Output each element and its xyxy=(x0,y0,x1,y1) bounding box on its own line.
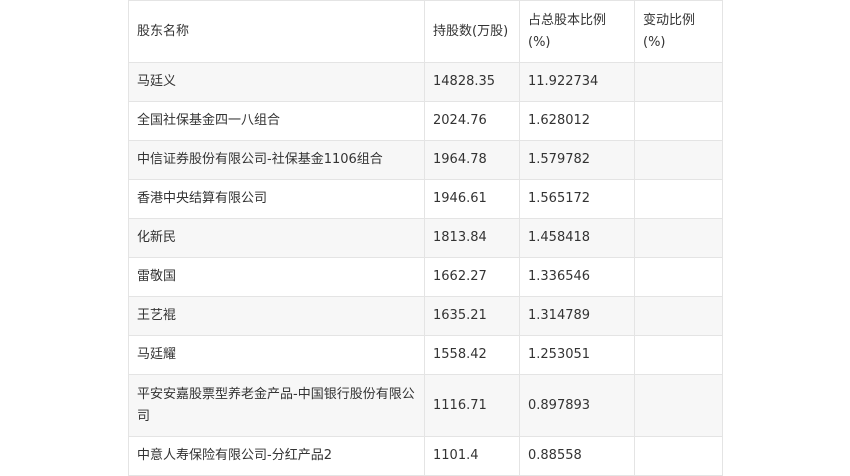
cell-change-ratio xyxy=(634,436,723,476)
header-share-ratio: 占总股本比例(%) xyxy=(519,0,635,63)
header-shares-held: 持股数(万股) xyxy=(424,0,520,63)
cell-share-ratio: 1.253051 xyxy=(519,335,635,375)
table-row: 马廷义 14828.35 11.922734 xyxy=(128,62,723,102)
cell-shares-held: 1101.4 xyxy=(424,436,520,476)
cell-shareholder-name: 化新民 xyxy=(128,218,425,258)
cell-share-ratio: 1.458418 xyxy=(519,218,635,258)
cell-share-ratio: 1.628012 xyxy=(519,101,635,141)
table-row: 雷敬国 1662.27 1.336546 xyxy=(128,257,723,297)
table-row: 马廷耀 1558.42 1.253051 xyxy=(128,335,723,375)
cell-shareholder-name: 王艺裩 xyxy=(128,296,425,336)
table-row: 平安安嘉股票型养老金产品-中国银行股份有限公司 1116.71 0.897893 xyxy=(128,374,723,437)
cell-change-ratio xyxy=(634,179,723,219)
shareholder-table-container: 股东名称 持股数(万股) 占总股本比例(%) 变动比例(%) 马廷义 14828… xyxy=(128,0,723,476)
table-row: 全国社保基金四一八组合 2024.76 1.628012 xyxy=(128,101,723,141)
cell-shares-held: 1813.84 xyxy=(424,218,520,258)
cell-change-ratio xyxy=(634,140,723,180)
cell-shareholder-name: 中信证券股份有限公司-社保基金1106组合 xyxy=(128,140,425,180)
cell-change-ratio xyxy=(634,296,723,336)
cell-shares-held: 2024.76 xyxy=(424,101,520,141)
cell-share-ratio: 11.922734 xyxy=(519,62,635,102)
table-header-row: 股东名称 持股数(万股) 占总股本比例(%) 变动比例(%) xyxy=(128,0,723,63)
table-row: 王艺裩 1635.21 1.314789 xyxy=(128,296,723,336)
cell-change-ratio xyxy=(634,101,723,141)
cell-change-ratio xyxy=(634,62,723,102)
cell-shareholder-name: 马廷义 xyxy=(128,62,425,102)
cell-share-ratio: 1.579782 xyxy=(519,140,635,180)
cell-shares-held: 1662.27 xyxy=(424,257,520,297)
cell-shareholder-name: 平安安嘉股票型养老金产品-中国银行股份有限公司 xyxy=(128,374,425,437)
cell-share-ratio: 1.565172 xyxy=(519,179,635,219)
cell-change-ratio xyxy=(634,374,723,437)
cell-change-ratio xyxy=(634,335,723,375)
table-row: 中信证券股份有限公司-社保基金1106组合 1964.78 1.579782 xyxy=(128,140,723,180)
shareholder-table: 股东名称 持股数(万股) 占总股本比例(%) 变动比例(%) 马廷义 14828… xyxy=(128,0,723,476)
header-shareholder-name: 股东名称 xyxy=(128,0,425,63)
cell-shares-held: 1964.78 xyxy=(424,140,520,180)
cell-shares-held: 1558.42 xyxy=(424,335,520,375)
cell-shares-held: 1116.71 xyxy=(424,374,520,437)
cell-shares-held: 1635.21 xyxy=(424,296,520,336)
cell-shareholder-name: 全国社保基金四一八组合 xyxy=(128,101,425,141)
cell-change-ratio xyxy=(634,257,723,297)
cell-shareholder-name: 马廷耀 xyxy=(128,335,425,375)
table-row: 中意人寿保险有限公司-分红产品2 1101.4 0.88558 xyxy=(128,436,723,476)
cell-shareholder-name: 雷敬国 xyxy=(128,257,425,297)
cell-share-ratio: 1.314789 xyxy=(519,296,635,336)
header-change-ratio: 变动比例(%) xyxy=(634,0,723,63)
cell-share-ratio: 0.897893 xyxy=(519,374,635,437)
table-row: 化新民 1813.84 1.458418 xyxy=(128,218,723,258)
cell-shareholder-name: 香港中央结算有限公司 xyxy=(128,179,425,219)
cell-shares-held: 14828.35 xyxy=(424,62,520,102)
table-row: 香港中央结算有限公司 1946.61 1.565172 xyxy=(128,179,723,219)
cell-share-ratio: 1.336546 xyxy=(519,257,635,297)
cell-share-ratio: 0.88558 xyxy=(519,436,635,476)
cell-shares-held: 1946.61 xyxy=(424,179,520,219)
cell-shareholder-name: 中意人寿保险有限公司-分红产品2 xyxy=(128,436,425,476)
cell-change-ratio xyxy=(634,218,723,258)
